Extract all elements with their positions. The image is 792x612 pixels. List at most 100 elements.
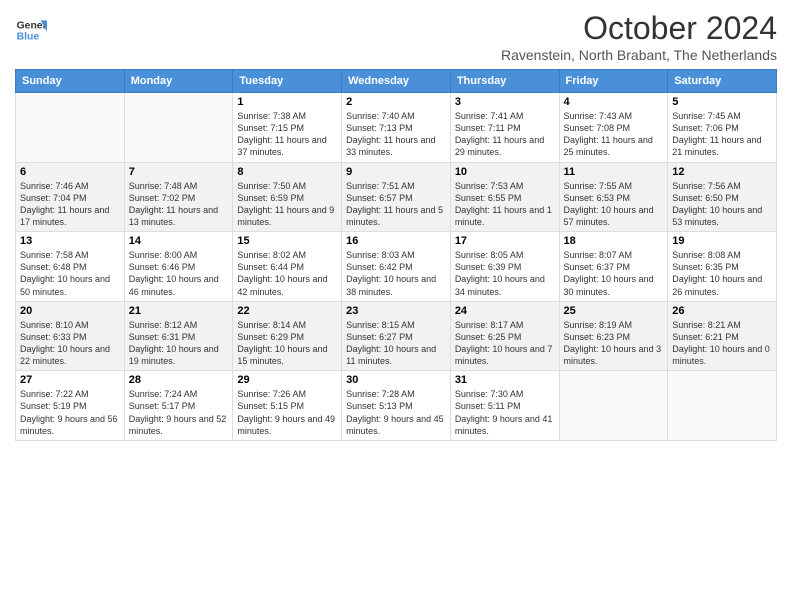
day-number: 2: [346, 96, 446, 108]
table-row: 14 Sunrise: 8:00 AM Sunset: 6:46 PM Dayli…: [124, 232, 233, 302]
day-info: Sunrise: 7:24 AM Sunset: 5:17 PM Dayligh…: [129, 388, 229, 437]
table-row: 9 Sunrise: 7:51 AM Sunset: 6:57 PM Daylig…: [342, 162, 451, 232]
day-info: Sunrise: 7:55 AM Sunset: 6:53 PM Dayligh…: [564, 180, 664, 229]
table-row: 30 Sunrise: 7:28 AM Sunset: 5:13 PM Dayli…: [342, 371, 451, 441]
col-saturday: Saturday: [668, 70, 777, 93]
col-wednesday: Wednesday: [342, 70, 451, 93]
day-number: 25: [564, 305, 664, 317]
table-row: 26 Sunrise: 8:21 AM Sunset: 6:21 PM Dayli…: [668, 301, 777, 371]
day-number: 26: [672, 305, 772, 317]
day-info: Sunrise: 7:45 AM Sunset: 7:06 PM Dayligh…: [672, 110, 772, 159]
day-info: Sunrise: 8:00 AM Sunset: 6:46 PM Dayligh…: [129, 249, 229, 298]
day-info: Sunrise: 7:41 AM Sunset: 7:11 PM Dayligh…: [455, 110, 555, 159]
day-info: Sunrise: 7:28 AM Sunset: 5:13 PM Dayligh…: [346, 388, 446, 437]
day-number: 14: [129, 235, 229, 247]
day-number: 24: [455, 305, 555, 317]
day-number: 29: [237, 374, 337, 386]
table-row: [16, 93, 125, 163]
table-row: 2 Sunrise: 7:40 AM Sunset: 7:13 PM Daylig…: [342, 93, 451, 163]
table-row: 29 Sunrise: 7:26 AM Sunset: 5:15 PM Dayli…: [233, 371, 342, 441]
table-row: 11 Sunrise: 7:55 AM Sunset: 6:53 PM Dayli…: [559, 162, 668, 232]
day-info: Sunrise: 8:17 AM Sunset: 6:25 PM Dayligh…: [455, 319, 555, 368]
col-sunday: Sunday: [16, 70, 125, 93]
table-row: 24 Sunrise: 8:17 AM Sunset: 6:25 PM Dayli…: [450, 301, 559, 371]
table-row: 21Sunrise: 8:12 AM Sunset: 6:31 PM Dayli…: [124, 301, 233, 371]
day-number: 30: [346, 374, 446, 386]
table-row: 1 Sunrise: 7:38 AM Sunset: 7:15 PM Daylig…: [233, 93, 342, 163]
table-row: [559, 371, 668, 441]
calendar-header-row: Sunday Monday Tuesday Wednesday Thursday…: [16, 70, 777, 93]
calendar-table: Sunday Monday Tuesday Wednesday Thursday…: [15, 69, 777, 441]
day-info: Sunrise: 7:26 AM Sunset: 5:15 PM Dayligh…: [237, 388, 337, 437]
col-thursday: Thursday: [450, 70, 559, 93]
table-row: 8Sunrise: 7:50 AM Sunset: 6:59 PM Daylig…: [233, 162, 342, 232]
day-info: Sunrise: 8:21 AM Sunset: 6:21 PM Dayligh…: [672, 319, 772, 368]
month-title: October 2024: [501, 10, 777, 47]
table-row: 6 Sunrise: 7:46 AM Sunset: 7:04 PM Daylig…: [16, 162, 125, 232]
day-info: Sunrise: 7:53 AM Sunset: 6:55 PM Dayligh…: [455, 180, 555, 229]
table-row: 31 Sunrise: 7:30 AM Sunset: 5:11 PM Dayli…: [450, 371, 559, 441]
day-info: Sunrise: 7:50 AM Sunset: 6:59 PM Dayligh…: [237, 180, 337, 229]
table-row: 7 Sunrise: 7:48 AM Sunset: 7:02 PM Daylig…: [124, 162, 233, 232]
table-row: 27Sunrise: 7:22 AM Sunset: 5:19 PM Dayli…: [16, 371, 125, 441]
day-info: Sunrise: 7:38 AM Sunset: 7:15 PM Dayligh…: [237, 110, 337, 159]
day-number: 6: [20, 166, 120, 178]
day-number: 28: [129, 374, 229, 386]
page: General Blue October 2024 Ravenstein, No…: [0, 0, 792, 612]
day-info: Sunrise: 8:10 AM Sunset: 6:33 PM Dayligh…: [20, 319, 120, 368]
table-row: 23 Sunrise: 8:15 AM Sunset: 6:27 PM Dayli…: [342, 301, 451, 371]
col-friday: Friday: [559, 70, 668, 93]
day-number: 12: [672, 166, 772, 178]
calendar-week-row: 27Sunrise: 7:22 AM Sunset: 5:19 PM Dayli…: [16, 371, 777, 441]
logo-icon: General Blue: [15, 14, 47, 46]
day-number: 13: [20, 235, 120, 247]
day-number: 19: [672, 235, 772, 247]
day-info: Sunrise: 8:08 AM Sunset: 6:35 PM Dayligh…: [672, 249, 772, 298]
day-number: 10: [455, 166, 555, 178]
day-info: Sunrise: 8:07 AM Sunset: 6:37 PM Dayligh…: [564, 249, 664, 298]
day-number: 7: [129, 166, 229, 178]
table-row: 13 Sunrise: 7:58 AM Sunset: 6:48 PM Dayli…: [16, 232, 125, 302]
day-number: 4: [564, 96, 664, 108]
day-number: 9: [346, 166, 446, 178]
day-info: Sunrise: 8:14 AM Sunset: 6:29 PM Dayligh…: [237, 319, 337, 368]
day-info: Sunrise: 7:48 AM Sunset: 7:02 PM Dayligh…: [129, 180, 229, 229]
calendar-week-row: 6 Sunrise: 7:46 AM Sunset: 7:04 PM Daylig…: [16, 162, 777, 232]
table-row: 3 Sunrise: 7:41 AM Sunset: 7:11 PM Daylig…: [450, 93, 559, 163]
day-number: 27: [20, 374, 120, 386]
day-number: 31: [455, 374, 555, 386]
day-number: 1: [237, 96, 337, 108]
day-number: 11: [564, 166, 664, 178]
title-section: October 2024 Ravenstein, North Brabant, …: [501, 10, 777, 63]
table-row: 15 Sunrise: 8:02 AM Sunset: 6:44 PM Dayli…: [233, 232, 342, 302]
day-number: 17: [455, 235, 555, 247]
calendar-week-row: 13 Sunrise: 7:58 AM Sunset: 6:48 PM Dayli…: [16, 232, 777, 302]
day-number: 21: [129, 305, 229, 317]
table-row: 12Sunrise: 7:56 AM Sunset: 6:50 PM Dayli…: [668, 162, 777, 232]
col-monday: Monday: [124, 70, 233, 93]
day-number: 15: [237, 235, 337, 247]
day-info: Sunrise: 8:19 AM Sunset: 6:23 PM Dayligh…: [564, 319, 664, 368]
table-row: 20 Sunrise: 8:10 AM Sunset: 6:33 PM Dayli…: [16, 301, 125, 371]
table-row: [668, 371, 777, 441]
table-row: 10 Sunrise: 7:53 AM Sunset: 6:55 PM Dayli…: [450, 162, 559, 232]
day-info: Sunrise: 7:40 AM Sunset: 7:13 PM Dayligh…: [346, 110, 446, 159]
day-number: 18: [564, 235, 664, 247]
day-info: Sunrise: 8:02 AM Sunset: 6:44 PM Dayligh…: [237, 249, 337, 298]
calendar-week-row: 20 Sunrise: 8:10 AM Sunset: 6:33 PM Dayli…: [16, 301, 777, 371]
table-row: 17 Sunrise: 8:05 AM Sunset: 6:39 PM Dayli…: [450, 232, 559, 302]
day-number: 3: [455, 96, 555, 108]
day-info: Sunrise: 8:05 AM Sunset: 6:39 PM Dayligh…: [455, 249, 555, 298]
day-number: 23: [346, 305, 446, 317]
day-info: Sunrise: 7:30 AM Sunset: 5:11 PM Dayligh…: [455, 388, 555, 437]
day-info: Sunrise: 7:58 AM Sunset: 6:48 PM Dayligh…: [20, 249, 120, 298]
day-info: Sunrise: 8:15 AM Sunset: 6:27 PM Dayligh…: [346, 319, 446, 368]
day-info: Sunrise: 7:51 AM Sunset: 6:57 PM Dayligh…: [346, 180, 446, 229]
table-row: 22Sunrise: 8:14 AM Sunset: 6:29 PM Dayli…: [233, 301, 342, 371]
day-number: 5: [672, 96, 772, 108]
table-row: [124, 93, 233, 163]
table-row: 25 Sunrise: 8:19 AM Sunset: 6:23 PM Dayli…: [559, 301, 668, 371]
day-number: 20: [20, 305, 120, 317]
day-info: Sunrise: 7:46 AM Sunset: 7:04 PM Dayligh…: [20, 180, 120, 229]
table-row: 5 Sunrise: 7:45 AM Sunset: 7:06 PM Daylig…: [668, 93, 777, 163]
